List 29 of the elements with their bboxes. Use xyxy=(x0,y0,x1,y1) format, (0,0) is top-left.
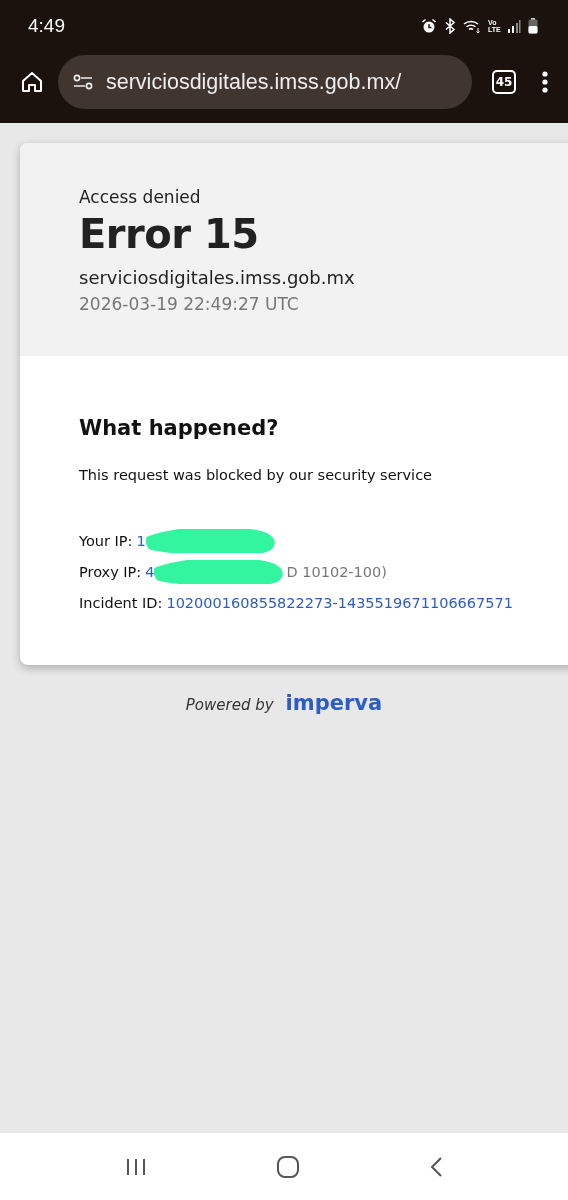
signal-icon xyxy=(507,19,521,33)
recent-apps-icon[interactable] xyxy=(124,1156,147,1177)
field-value-end: D 10102-100) xyxy=(286,564,387,580)
field-value: 1 xyxy=(136,533,146,549)
field-label: Your IP: xyxy=(79,533,133,549)
alarm-icon xyxy=(421,18,437,34)
domain-text: serviciosdigitales.imss.gob.mx xyxy=(79,267,356,288)
field-label: Incident ID: xyxy=(79,595,163,611)
field-value: 4 xyxy=(145,564,155,580)
site-settings-icon[interactable] xyxy=(72,73,94,91)
bluetooth-icon xyxy=(444,18,456,34)
home-icon[interactable] xyxy=(20,70,44,94)
field-label: Proxy IP: xyxy=(79,564,142,580)
section-heading: What happened? xyxy=(79,416,280,440)
address-bar[interactable]: serviciosdigitales.imss.gob.mx/ xyxy=(58,55,472,109)
menu-icon[interactable] xyxy=(542,70,548,94)
back-icon[interactable] xyxy=(429,1155,444,1178)
field-value: 102000160855822273-1435519671106667571 xyxy=(166,595,513,611)
powered-by-text: Powered by xyxy=(185,696,274,714)
error-subtitle: Access denied xyxy=(79,187,202,207)
message-text: This request was blocked by our security service xyxy=(79,467,434,483)
home-button-icon[interactable] xyxy=(276,1154,300,1179)
tab-count-button[interactable]: 45 xyxy=(492,70,516,94)
brand-logo[interactable]: imperva xyxy=(285,691,383,715)
status-time: 4:49 xyxy=(28,15,65,37)
error-title: Error 15 xyxy=(79,211,260,257)
battery-icon xyxy=(528,18,538,34)
wifi-icon xyxy=(463,18,481,34)
timestamp: 2026-03-19 22:49:27 UTC xyxy=(79,294,300,314)
